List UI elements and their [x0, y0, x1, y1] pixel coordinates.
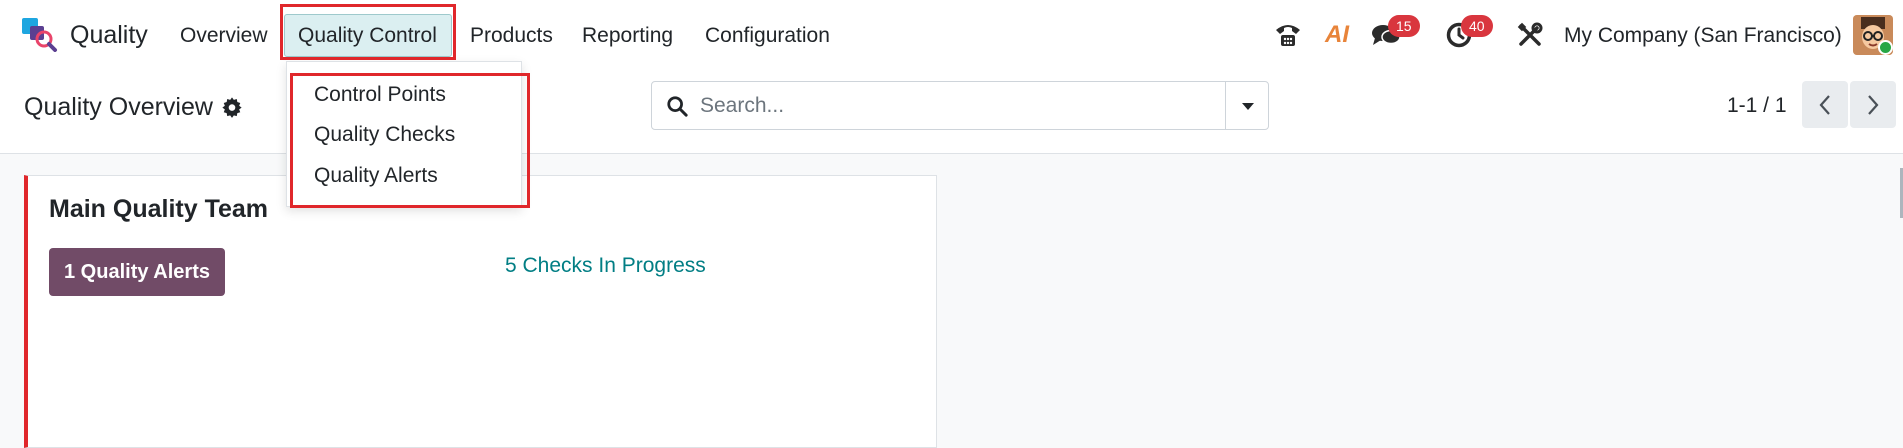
- menu-reporting[interactable]: Reporting: [582, 24, 673, 48]
- caret-down-icon: [1241, 102, 1254, 110]
- search-options-toggle[interactable]: [1225, 82, 1269, 129]
- search-input[interactable]: [700, 90, 1200, 122]
- menu-configuration[interactable]: Configuration: [705, 24, 830, 48]
- menu-products[interactable]: Products: [470, 24, 553, 48]
- chevron-right-icon: [1868, 94, 1879, 115]
- ai-icon[interactable]: AI: [1322, 20, 1352, 50]
- quality-app-logo-icon[interactable]: [22, 18, 58, 52]
- dropdown-highlight-box: [290, 73, 530, 208]
- search-box: [651, 81, 1269, 130]
- company-switcher[interactable]: My Company (San Francisco): [1564, 24, 1842, 48]
- gear-icon[interactable]: [221, 96, 243, 118]
- tools-icon[interactable]: [1516, 20, 1544, 50]
- search-icon: [667, 96, 688, 117]
- online-status-dot: [1878, 40, 1893, 55]
- menu-highlight-box: [280, 4, 456, 60]
- pager-value[interactable]: 1-1 / 1: [1727, 94, 1787, 118]
- menu-overview[interactable]: Overview: [180, 24, 268, 48]
- pager-next-button[interactable]: [1850, 81, 1896, 128]
- checks-in-progress-link[interactable]: 5 Checks In Progress: [505, 254, 706, 278]
- messages-badge: 15: [1388, 15, 1420, 37]
- pager-previous-button[interactable]: [1802, 81, 1848, 128]
- chevron-left-icon: [1819, 94, 1830, 115]
- quality-alerts-button[interactable]: 1 Quality Alerts: [49, 248, 225, 296]
- ai-icon-label: AI: [1325, 21, 1349, 48]
- activities-badge: 40: [1461, 15, 1493, 37]
- team-name: Main Quality Team: [49, 195, 269, 223]
- app-name[interactable]: Quality: [70, 21, 148, 50]
- phone-icon[interactable]: [1274, 20, 1302, 50]
- page-title[interactable]: Quality Overview: [24, 93, 213, 122]
